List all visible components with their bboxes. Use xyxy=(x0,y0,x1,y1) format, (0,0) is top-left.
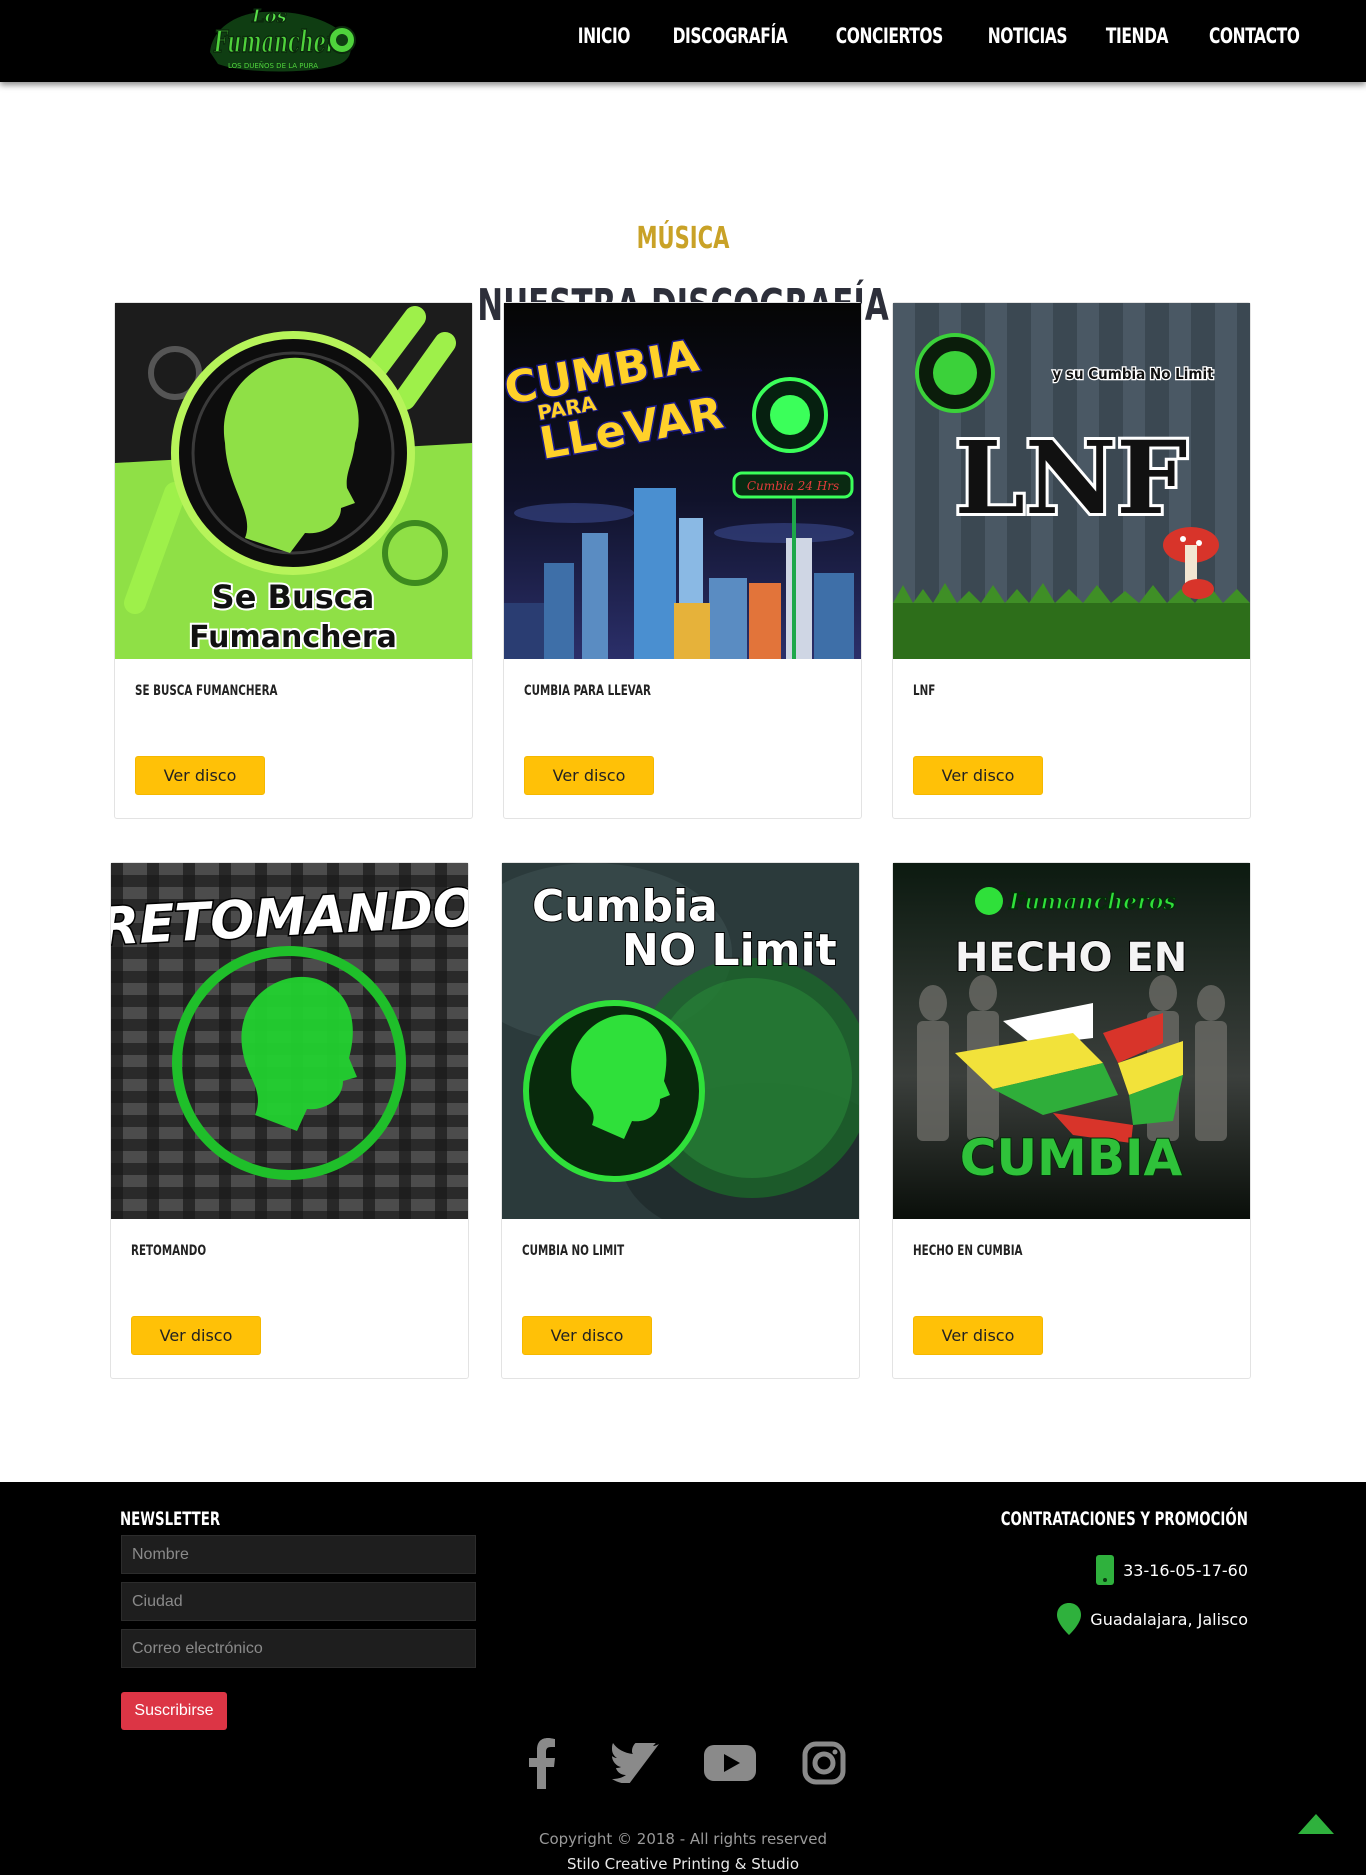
cover-hecho-en: HECHO EN xyxy=(955,935,1187,981)
ver-disco-button[interactable]: Ver disco xyxy=(522,1316,652,1355)
contact-location-text: Guadalajara, Jalisco xyxy=(1090,1609,1248,1629)
svg-text:Fumancher: Fumancher xyxy=(213,25,337,60)
credit-text: Stilo Creative Printing & Studio xyxy=(566,1855,800,1873)
cover-word-no-limit: NO Limit xyxy=(622,925,837,976)
nav-noticias[interactable]: NOTICIAS xyxy=(987,24,1067,48)
newsletter-email-field[interactable] xyxy=(121,1629,476,1668)
subscribe-button[interactable]: Suscribirse xyxy=(121,1692,227,1730)
ver-disco-button[interactable]: Ver disco xyxy=(913,1316,1043,1355)
album-cover-cumbia-no-limit[interactable]: Cumbia NO Limit xyxy=(502,863,859,1219)
svg-text:Fumancheros: Fumancheros xyxy=(1008,889,1176,915)
youtube-icon[interactable] xyxy=(703,1736,757,1790)
nav-conciertos[interactable]: CONCIERTOS xyxy=(836,24,944,48)
album-title: RETOMANDO xyxy=(131,1243,207,1259)
nav-contacto[interactable]: CONTACTO xyxy=(1209,24,1300,48)
album-card-lnf: y su Cumbia No Limit LNF LNF Ver disco xyxy=(892,302,1251,819)
site-footer: NEWSLETTER Suscribirse CONTRATACIONES Y … xyxy=(0,1482,1366,1875)
album-cover-se-busca-fumanchera[interactable]: Se Busca Fumanchera xyxy=(115,303,472,659)
newsletter-name-field[interactable] xyxy=(121,1535,476,1574)
ver-disco-button[interactable]: Ver disco xyxy=(524,756,654,795)
phone-icon xyxy=(1096,1555,1115,1585)
album-card-cumbia-para-llevar: Cumbia 24 Hrs CUMBIA PARA LLeVAR CUMBIA … xyxy=(503,302,862,819)
copyright-text: Copyright © 2018 - All rights reserved xyxy=(538,1830,828,1848)
album-card-cumbia-no-limit: Cumbia NO Limit CUMBIA NO LIMIT Ver disc… xyxy=(501,862,860,1379)
contact-location: Guadalajara, Jalisco xyxy=(1056,1602,1248,1636)
nav-discografia[interactable]: DISCOGRAFÍA xyxy=(672,24,787,48)
album-card-se-busca-fumanchera: Se Busca Fumanchera SE BUSCA FUMANCHERA … xyxy=(114,302,473,819)
album-cover-cumbia-para-llevar[interactable]: Cumbia 24 Hrs CUMBIA PARA LLeVAR xyxy=(504,303,861,659)
logo-tagline: LOS DUEÑOS DE LA PURA xyxy=(228,61,318,70)
ver-disco-button[interactable]: Ver disco xyxy=(913,756,1043,795)
facebook-icon[interactable] xyxy=(515,1736,569,1790)
cover-neon-sign: Cumbia 24 Hrs xyxy=(747,479,839,493)
svg-text:Se Busca: Se Busca xyxy=(212,578,375,616)
svg-text:Fumanchera: Fumanchera xyxy=(189,620,397,655)
nav-tienda[interactable]: TIENDA xyxy=(1106,24,1169,48)
ver-disco-button[interactable]: Ver disco xyxy=(131,1316,261,1355)
album-title: CUMBIA PARA LLEVAR xyxy=(524,683,651,699)
cover-lnf-wordmark: LNF xyxy=(955,419,1188,537)
contact-phone-text: 33-16-05-17-60 xyxy=(1123,1560,1248,1580)
album-title: CUMBIA NO LIMIT xyxy=(522,1243,625,1259)
location-pin-icon xyxy=(1057,1603,1082,1635)
album-card-retomando: RETOMANDO RETOMANDO Ver disco xyxy=(110,862,469,1379)
twitter-icon[interactable] xyxy=(609,1736,663,1790)
album-title: HECHO EN CUMBIA xyxy=(913,1243,1023,1259)
album-cover-lnf[interactable]: y su Cumbia No Limit LNF xyxy=(893,303,1250,659)
section-eyebrow: MÚSICA xyxy=(636,221,730,256)
album-title: LNF xyxy=(913,683,936,699)
ver-disco-button[interactable]: Ver disco xyxy=(135,756,265,795)
svg-text:Los: Los xyxy=(251,6,287,27)
back-to-top-icon[interactable] xyxy=(1298,1812,1334,1834)
album-title: SE BUSCA FUMANCHERA xyxy=(135,683,278,699)
newsletter-heading: NEWSLETTER xyxy=(120,1508,221,1530)
social-links xyxy=(0,1736,1366,1790)
band-logo[interactable]: Los Fumancher LOS DUEÑOS DE LA PURA xyxy=(204,2,360,78)
nav-inicio[interactable]: INICIO xyxy=(578,24,631,48)
album-cover-hecho-en-cumbia[interactable]: Fumancheros HECHO EN CUMBIA xyxy=(893,863,1250,1219)
discography-section: MÚSICA NUESTRA DISCOGRAFÍA Se Busca Fuma xyxy=(0,82,1366,1482)
contact-heading: CONTRATACIONES Y PROMOCIÓN xyxy=(1000,1508,1248,1530)
cover-tagline: y su Cumbia No Limit xyxy=(1052,365,1214,383)
newsletter-city-field[interactable] xyxy=(121,1582,476,1621)
main-nav: INICIO DISCOGRAFÍA CONCIERTOS NOTICIAS T… xyxy=(560,0,1322,72)
instagram-icon[interactable] xyxy=(797,1736,851,1790)
cover-cumbia: CUMBIA xyxy=(960,1129,1183,1187)
contact-phone: 33-16-05-17-60 xyxy=(1095,1554,1248,1586)
album-cover-retomando[interactable]: RETOMANDO xyxy=(111,863,468,1219)
site-header: Los Fumancher LOS DUEÑOS DE LA PURA INIC… xyxy=(0,0,1366,82)
album-card-hecho-en-cumbia: Fumancheros HECHO EN CUMBIA HECHO EN CUM… xyxy=(892,862,1251,1379)
